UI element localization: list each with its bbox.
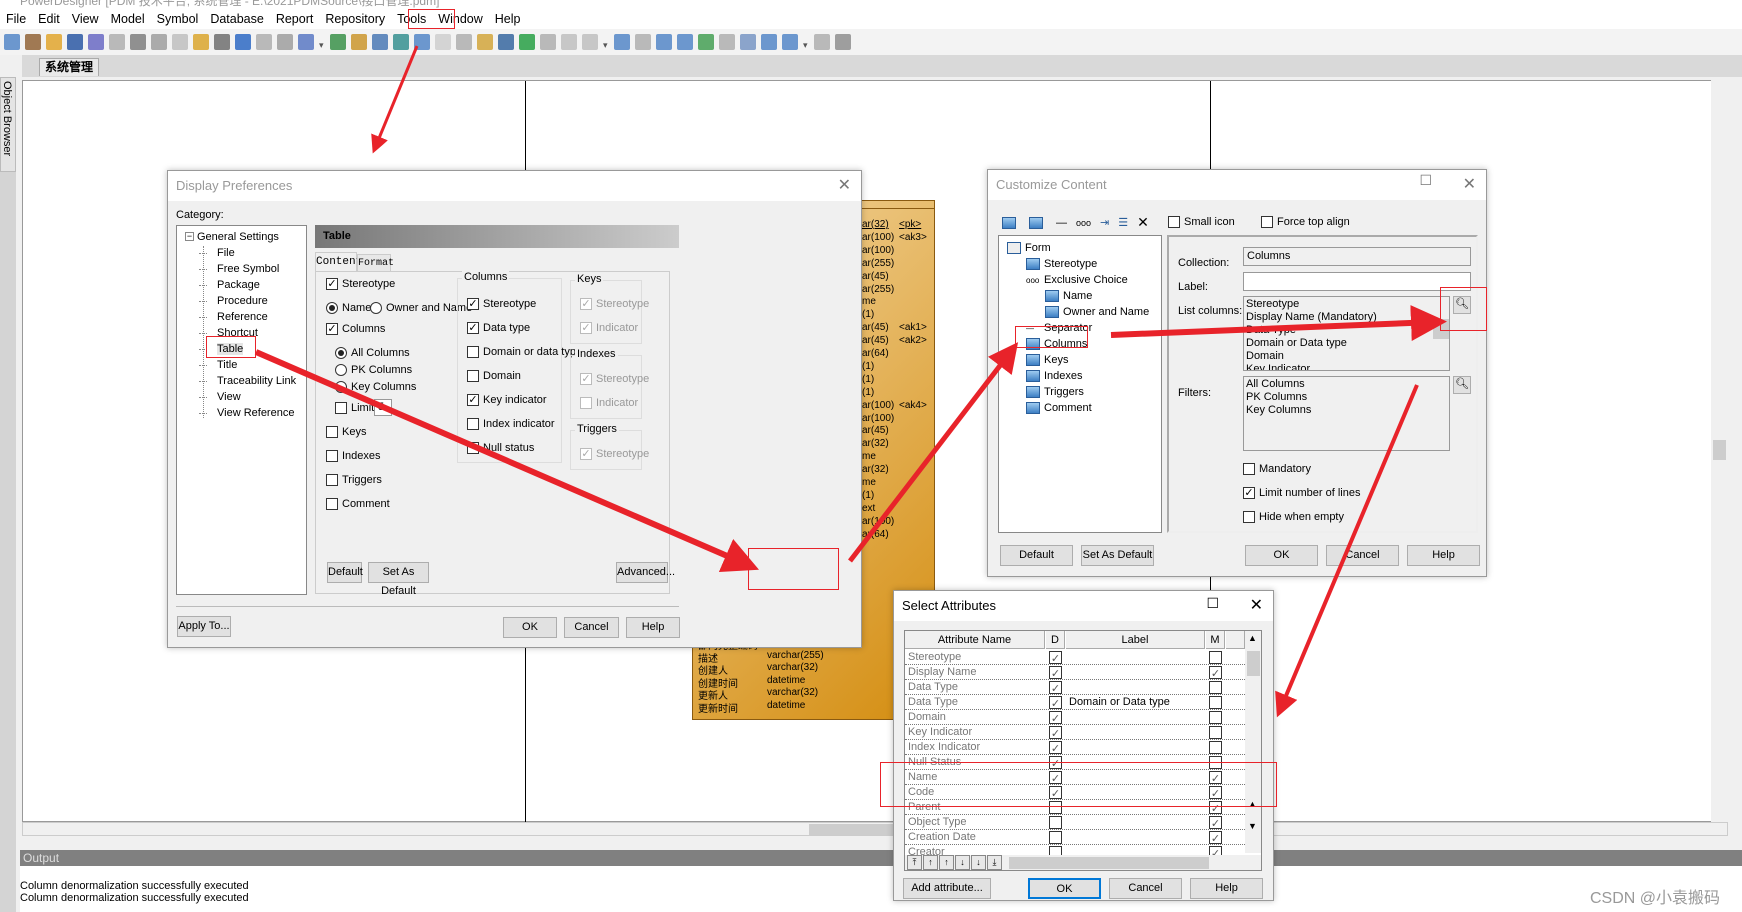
arrow bbox=[254, 349, 760, 572]
annotation-arrows bbox=[254, 45, 1447, 718]
arrow bbox=[371, 45, 419, 154]
arrow bbox=[1110, 304, 1447, 341]
arrow bbox=[1275, 384, 1419, 718]
arrow bbox=[848, 342, 1019, 563]
